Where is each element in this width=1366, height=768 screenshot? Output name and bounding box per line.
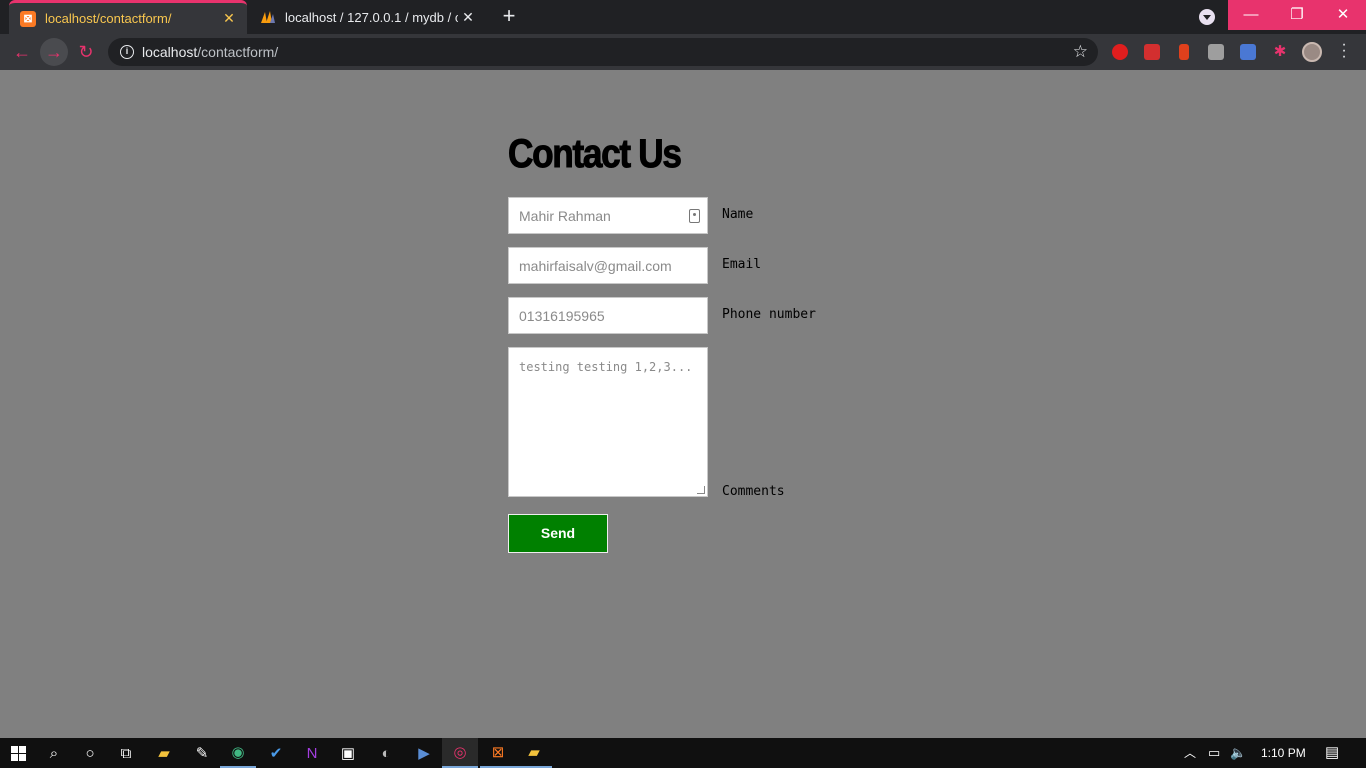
- profile-avatar[interactable]: [1302, 42, 1322, 62]
- url-text: localhost/contactform/: [142, 44, 279, 60]
- tab-phpmyadmin[interactable]: localhost / 127.0.0.1 / mydb / co ✕: [252, 0, 486, 34]
- page-title: Contact Us: [508, 132, 683, 177]
- send-button[interactable]: Send: [508, 514, 608, 553]
- folder-icon[interactable]: ▰: [516, 738, 552, 768]
- menu-kebab-icon[interactable]: · · ·: [1338, 37, 1350, 65]
- site-info-icon[interactable]: i: [120, 45, 134, 59]
- browser-toolbar: ← → ↻ i localhost/contactform/ ☆ ✱ · · ·: [0, 34, 1366, 70]
- email-input[interactable]: mahirfaisalv@gmail.com: [508, 247, 708, 284]
- tray-chevron-icon[interactable]: ︿: [1184, 738, 1196, 768]
- phone-label: Phone number: [722, 307, 816, 322]
- tab-close-icon[interactable]: ✕: [458, 9, 478, 26]
- powershell-icon[interactable]: ▶: [406, 738, 442, 768]
- cortana-icon[interactable]: ○: [72, 738, 108, 768]
- volume-icon[interactable]: 🔈: [1230, 738, 1246, 768]
- obs-icon[interactable]: ◐: [368, 738, 404, 768]
- task-view-icon[interactable]: ⧉: [108, 738, 144, 768]
- email-label: Email: [722, 257, 762, 272]
- app-green-icon[interactable]: ◉: [220, 738, 256, 768]
- address-bar[interactable]: i localhost/contactform/ ☆: [108, 38, 1098, 66]
- name-label: Name: [722, 207, 754, 222]
- file-explorer-icon[interactable]: ▰: [146, 738, 182, 768]
- translate-extension-icon[interactable]: [1240, 44, 1256, 60]
- tab-search-icon[interactable]: [1199, 9, 1215, 25]
- extensions-puzzle-icon[interactable]: ✱: [1272, 44, 1288, 60]
- store-bag-icon[interactable]: ▣: [330, 738, 366, 768]
- close-window-button[interactable]: ✕: [1320, 0, 1366, 30]
- minimize-button[interactable]: —: [1228, 0, 1274, 30]
- new-tab-button[interactable]: +: [498, 5, 520, 27]
- tab-close-icon[interactable]: ✕: [219, 10, 239, 27]
- search-icon[interactable]: ⌕: [36, 738, 72, 768]
- windows-start-icon[interactable]: [0, 738, 36, 768]
- page-content: Contact Us Mahir Rahman Name mahirfaisal…: [0, 70, 1366, 738]
- notifications-icon[interactable]: ▤: [1325, 738, 1339, 768]
- screenshot-extension-icon[interactable]: [1208, 44, 1224, 60]
- forward-icon[interactable]: →: [40, 38, 68, 66]
- pen-tool-icon[interactable]: ✎: [184, 738, 220, 768]
- autofill-contact-icon[interactable]: [689, 209, 700, 223]
- reload-icon[interactable]: ↻: [72, 38, 100, 66]
- resize-handle[interactable]: [697, 486, 705, 494]
- comments-label: Comments: [722, 484, 785, 499]
- chrome-icon[interactable]: ◎: [442, 738, 478, 768]
- adblock-extension-icon[interactable]: [1112, 44, 1128, 60]
- tab-contactform[interactable]: ⊠ localhost/contactform/ ✕: [9, 0, 247, 34]
- comments-textarea[interactable]: testing testing 1,2,3...: [508, 347, 708, 497]
- tab-title: localhost/contactform/: [45, 11, 172, 26]
- office-extension-icon[interactable]: [1179, 44, 1189, 60]
- xampp-taskbar-icon[interactable]: ⊠: [480, 738, 516, 768]
- phpmyadmin-icon: [260, 9, 276, 25]
- tab-strip: ⊠ localhost/contactform/ ✕ localhost / 1…: [0, 0, 1366, 34]
- xampp-icon: ⊠: [20, 10, 36, 27]
- tab-title: localhost / 127.0.0.1 / mydb / co: [285, 9, 458, 25]
- restore-button[interactable]: ❐: [1274, 0, 1320, 30]
- taskbar: ⌕ ○ ⧉ ▰ ✎ ◉ ✔ N ▣ ◐ ▶ ◎ ⊠ ▰ ︿ ▭ 🔈 1:10 P…: [0, 738, 1366, 768]
- clock[interactable]: 1:10 PM: [1261, 738, 1306, 768]
- lastpass-extension-icon[interactable]: [1144, 44, 1160, 60]
- phone-input[interactable]: 01316195965: [508, 297, 708, 334]
- todo-check-icon[interactable]: ✔: [258, 738, 294, 768]
- name-input[interactable]: Mahir Rahman: [508, 197, 708, 234]
- onenote-icon[interactable]: N: [294, 738, 330, 768]
- battery-icon[interactable]: ▭: [1208, 738, 1220, 768]
- bookmark-star-icon[interactable]: ☆: [1073, 42, 1088, 62]
- back-icon[interactable]: ←: [8, 38, 36, 66]
